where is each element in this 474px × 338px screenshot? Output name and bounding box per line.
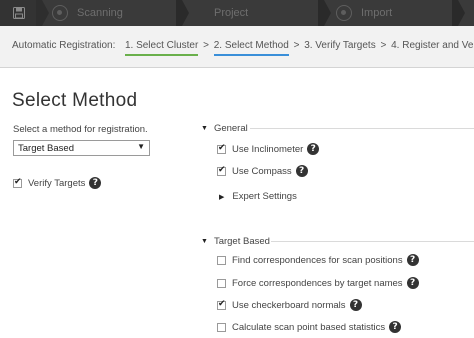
calculate-statistics-option[interactable]: Calculate scan point based statistics ? — [217, 321, 402, 333]
registration-method-select[interactable]: Target Based ▼ — [13, 140, 150, 156]
breadcrumb-step-register-and-verify[interactable]: 4. Register and Verify — [391, 40, 474, 56]
collapse-triangle-icon: ▼ — [201, 125, 208, 132]
verify-targets-label: Verify Targets — [28, 177, 86, 189]
breadcrumb-separator: > — [293, 40, 300, 51]
force-correspondences-option[interactable]: Force correspondences by target names ? — [217, 277, 419, 289]
verify-targets-option[interactable]: Verify Targets ? — [13, 177, 102, 189]
section-divider — [250, 128, 474, 129]
tab-import[interactable]: Import — [336, 0, 392, 26]
page-title: Select Method — [12, 90, 138, 111]
expert-settings-expander[interactable]: ▶ Expert Settings — [219, 191, 297, 202]
tab-scanning-label: Scanning — [77, 7, 123, 19]
tab-project-label: Project — [214, 7, 249, 19]
registration-method-value: Target Based — [18, 143, 74, 154]
help-icon[interactable]: ? — [89, 177, 102, 189]
use-checkerboard-normals-option[interactable]: Use checkerboard normals ? — [217, 299, 362, 311]
tab-project[interactable]: Project — [214, 0, 248, 26]
breadcrumb-separator: > — [203, 40, 209, 51]
help-icon[interactable]: ? — [406, 277, 419, 289]
help-icon[interactable]: ? — [389, 321, 402, 333]
breadcrumb-separator: > — [380, 40, 387, 51]
scanner-icon — [52, 5, 68, 21]
calculate-statistics-label: Calculate scan point based statistics — [232, 321, 386, 333]
nav-separator — [452, 0, 465, 26]
expand-triangle-icon: ▶ — [219, 193, 225, 201]
method-prompt: Select a method for registration. — [13, 124, 148, 135]
tab-scanning[interactable]: Scanning — [52, 0, 123, 26]
nav-separator — [36, 0, 49, 26]
use-checkerboard-normals-label: Use checkerboard normals — [232, 299, 346, 311]
import-icon — [336, 5, 352, 21]
find-correspondences-label: Find correspondences for scan positions — [232, 254, 403, 266]
section-divider — [271, 241, 474, 242]
breadcrumb: Automatic Registration: 1. Select Cluste… — [0, 26, 474, 68]
help-icon[interactable]: ? — [349, 299, 362, 311]
force-correspondences-checkbox[interactable] — [217, 278, 226, 288]
use-inclinometer-label: Use Inclinometer — [232, 143, 304, 155]
find-correspondences-option[interactable]: Find correspondences for scan positions … — [217, 254, 419, 266]
use-compass-option[interactable]: Use Compass ? — [217, 165, 308, 177]
use-inclinometer-option[interactable]: Use Inclinometer ? — [217, 143, 320, 155]
general-section-header[interactable]: ▼ General — [201, 123, 248, 134]
calculate-statistics-checkbox[interactable] — [217, 322, 226, 332]
target-based-section-header[interactable]: ▼ Target Based — [201, 236, 270, 247]
help-icon[interactable]: ? — [295, 165, 308, 177]
save-icon[interactable] — [0, 0, 38, 26]
help-icon[interactable]: ? — [406, 254, 419, 266]
top-navigation-bar: Scanning Project Import — [0, 0, 474, 26]
target-based-section-title: Target Based — [213, 236, 270, 247]
find-correspondences-checkbox[interactable] — [217, 255, 226, 265]
breadcrumb-step-select-method[interactable]: 2. Select Method — [213, 40, 289, 56]
verify-targets-checkbox[interactable] — [13, 177, 22, 188]
use-inclinometer-checkbox[interactable] — [217, 143, 226, 154]
dropdown-arrow-icon: ▼ — [137, 142, 145, 151]
breadcrumb-step-select-cluster[interactable]: 1. Select Cluster — [124, 40, 199, 56]
force-correspondences-label: Force correspondences by target names — [232, 277, 403, 289]
collapse-triangle-icon: ▼ — [201, 238, 208, 245]
nav-separator — [176, 0, 189, 26]
use-compass-label: Use Compass — [232, 165, 292, 177]
tab-import-label: Import — [361, 7, 393, 19]
expert-settings-label: Expert Settings — [232, 191, 297, 202]
nav-separator — [318, 0, 331, 26]
help-icon[interactable]: ? — [307, 143, 320, 155]
use-compass-checkbox[interactable] — [217, 165, 226, 176]
breadcrumb-step-verify-targets[interactable]: 3. Verify Targets — [304, 40, 376, 56]
breadcrumb-prefix: Automatic Registration: — [12, 40, 116, 51]
use-checkerboard-normals-checkbox[interactable] — [217, 299, 226, 310]
general-section-title: General — [213, 123, 248, 134]
